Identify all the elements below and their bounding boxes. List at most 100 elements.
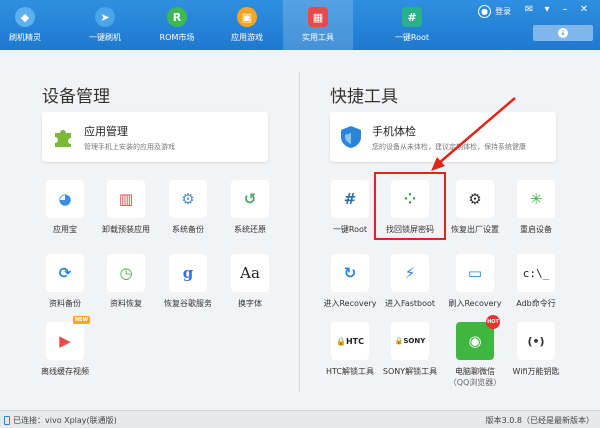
download-arrow-icon: ↓	[558, 28, 568, 38]
login-label: 登录	[495, 7, 511, 16]
connection-status: 已连接：vivo Xplay(联通版)	[13, 416, 117, 425]
tool-label: 一键Root	[332, 225, 368, 234]
device-section-title: 设备管理	[42, 87, 110, 107]
terminal-icon: c:\_	[517, 254, 555, 292]
tool-label: 重启设备	[520, 225, 552, 234]
nav-label: 实用工具	[302, 33, 334, 42]
tool-restore-google[interactable]: g 恢复谷歌服务	[153, 254, 223, 309]
grid-tools-icon: ▦	[308, 7, 328, 27]
nav-label: ROM市场	[159, 33, 195, 42]
tool-label: 卸载预装应用	[102, 225, 150, 234]
trash-icon: ▥	[107, 180, 145, 218]
highlight-box	[374, 172, 446, 240]
nav-label: 一键刷机	[89, 33, 121, 42]
tool-system-restore[interactable]: ↺ 系统还原	[215, 180, 285, 235]
nav-apps-games[interactable]: ▣ 应用游戏	[220, 0, 274, 50]
video-cache-icon: ▶ NEW	[46, 316, 90, 360]
tool-label: 恢复谷歌服务	[164, 299, 212, 308]
download-button[interactable]: ↓	[533, 25, 593, 41]
clock-restore-icon: ◷	[107, 254, 145, 292]
gamepad-icon: ▣	[237, 7, 257, 27]
tool-yingyongbao[interactable]: ◕ 应用宝	[30, 180, 100, 235]
tool-sublabel: （QQ浏览器）	[448, 378, 502, 387]
tool-label: 系统备份	[172, 225, 204, 234]
minimize-icon[interactable]: –	[558, 4, 572, 15]
tool-label: 资料备份	[49, 299, 81, 308]
nav-utilities[interactable]: ▦ 实用工具	[283, 0, 353, 50]
tool-label: Wifi万能钥匙	[512, 367, 560, 376]
close-icon[interactable]: ✕	[577, 4, 591, 15]
tool-wifi-key[interactable]: (•) Wifi万能钥匙	[501, 322, 571, 377]
tool-label: 刷入Recovery	[448, 299, 502, 308]
version-status: 版本3.0.8（已经是最新版本）	[485, 416, 594, 425]
system-backup-icon: ⚙	[169, 180, 207, 218]
tool-data-restore[interactable]: ◷ 资料恢复	[91, 254, 161, 309]
yingyongbao-icon: ◕	[46, 180, 84, 218]
card-subtitle: 管理手机上安装的应用及游戏	[84, 142, 175, 151]
tool-label: 电脑聊微信	[455, 367, 495, 376]
nav-label: 应用游戏	[231, 33, 263, 42]
loading-icon: ✳	[517, 180, 555, 218]
tool-label: 系统还原	[234, 225, 266, 234]
tool-uninstall-preinstalled[interactable]: ▥ 卸载预装应用	[91, 180, 161, 235]
wifi-key-icon: (•)	[517, 322, 555, 360]
wechat-icon: ◉ HOT	[456, 315, 500, 360]
status-bar: 已连接：vivo Xplay(联通版) 版本3.0.8（已经是最新版本）	[0, 410, 600, 428]
tool-offline-video[interactable]: ▶ NEW 离线缓存视频	[30, 316, 100, 377]
tool-label: 进入Fastboot	[384, 299, 436, 308]
menu-icon[interactable]: ▾	[540, 4, 554, 15]
new-badge: NEW	[72, 316, 90, 324]
app-manage-card[interactable]: 应用管理 管理手机上安装的应用及游戏	[42, 112, 268, 162]
tool-label: 离线缓存视频	[41, 367, 89, 376]
tool-pc-wechat[interactable]: ◉ HOT 电脑聊微信 （QQ浏览器）	[440, 315, 510, 388]
lightning-icon: ⚡	[391, 254, 429, 292]
phone-edit-icon: ▭	[456, 254, 494, 292]
tool-sony-unlock[interactable]: 🔒SONY SONY解锁工具	[375, 322, 445, 377]
tool-data-backup[interactable]: ⟳ 资料备份	[30, 254, 100, 309]
tool-label: SONY解锁工具	[382, 367, 438, 376]
tool-label: 换字体	[238, 299, 262, 308]
quick-section-title: 快捷工具	[330, 87, 398, 107]
android-root-icon: #	[402, 7, 422, 27]
skin-icon[interactable]: ✉	[522, 4, 536, 15]
htc-lock-icon: 🔒HTC	[331, 322, 369, 360]
phone-connected-icon	[4, 416, 10, 425]
tool-change-font[interactable]: Aa 换字体	[215, 254, 285, 309]
tool-label: HTC解锁工具	[325, 367, 375, 376]
nav-one-key-root[interactable]: # 一键Root	[383, 0, 441, 50]
nav-label: 一键Root	[394, 33, 430, 42]
tool-label: Adb命令行	[516, 299, 556, 308]
hot-badge: HOT	[486, 315, 500, 329]
user-icon: ●	[478, 5, 491, 18]
tool-label: 应用宝	[53, 225, 77, 234]
section-divider	[299, 72, 300, 392]
nav-label: 刷机精灵	[9, 33, 41, 42]
android-root-icon: #	[331, 180, 369, 218]
cursor-icon: ➤	[95, 7, 115, 27]
shield-check-icon	[338, 124, 364, 150]
tool-enter-fastboot[interactable]: ⚡ 进入Fastboot	[375, 254, 445, 309]
font-icon: Aa	[231, 254, 269, 292]
shield-logo-icon: ◆	[15, 7, 35, 27]
tool-reboot-device[interactable]: ✳ 重启设备	[501, 180, 571, 235]
tool-label: 进入Recovery	[323, 299, 377, 308]
tool-factory-reset[interactable]: ⚙ 恢复出厂设置	[440, 180, 510, 235]
tool-flash-recovery[interactable]: ▭ 刷入Recovery	[440, 254, 510, 309]
annotation-arrow	[431, 97, 516, 171]
card-title: 应用管理	[84, 124, 128, 138]
login-link[interactable]: ● 登录	[478, 5, 511, 18]
tool-system-backup[interactable]: ⚙ 系统备份	[153, 180, 223, 235]
tool-label: 资料恢复	[110, 299, 142, 308]
nav-brand[interactable]: ◆ 刷机精灵	[0, 0, 50, 50]
rom-r-icon: R	[167, 7, 187, 27]
sync-icon: ⟳	[46, 254, 84, 292]
tool-adb-command[interactable]: c:\_ Adb命令行	[501, 254, 571, 309]
gears-icon: ⚙	[456, 180, 494, 218]
nav-one-key-flash[interactable]: ➤ 一键刷机	[78, 0, 132, 50]
sony-lock-icon: 🔒SONY	[391, 322, 429, 360]
puzzle-icon	[50, 124, 76, 150]
refresh-icon: ↻	[331, 254, 369, 292]
nav-rom-market[interactable]: R ROM市场	[150, 0, 204, 50]
google-icon: g	[169, 254, 207, 292]
tool-label: 恢复出厂设置	[451, 225, 499, 234]
